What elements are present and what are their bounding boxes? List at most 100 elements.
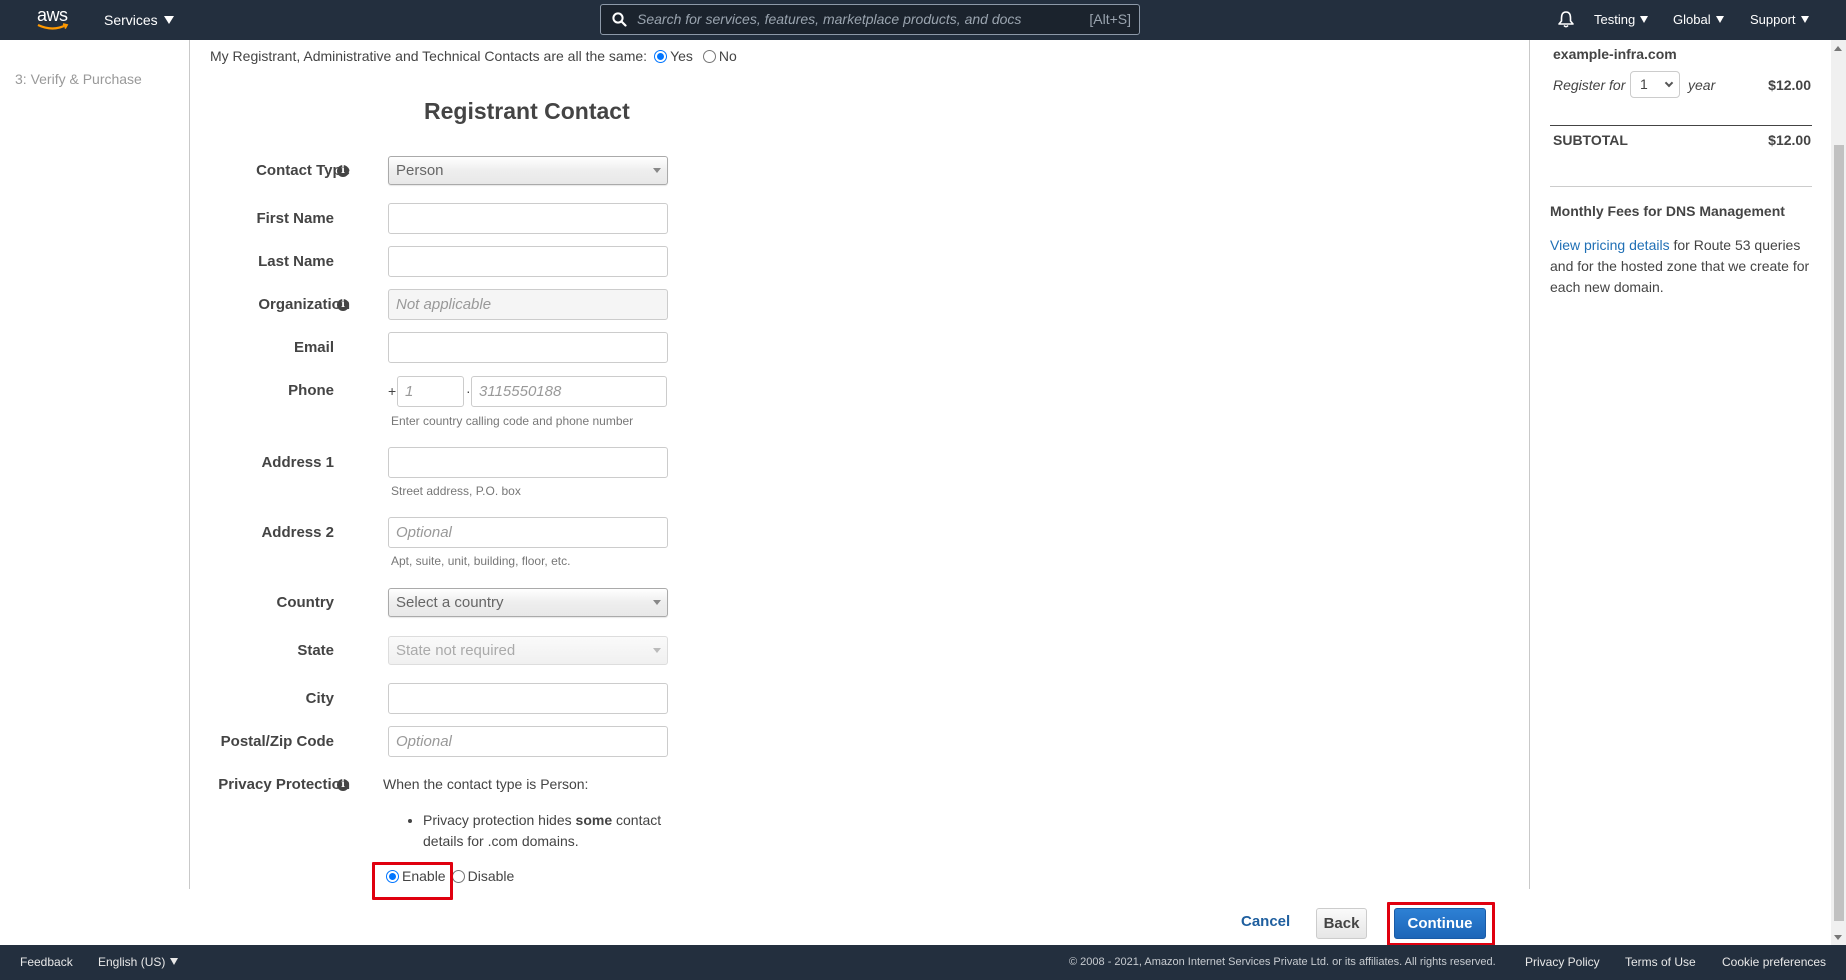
address2-label: Address 2 [261, 524, 334, 541]
phone-country-code-input[interactable]: 1 [397, 376, 464, 407]
privacy-bullet-item: Privacy protection hides some contact de… [423, 810, 685, 852]
search-input[interactable]: Search for services, features, marketpla… [600, 4, 1140, 35]
privacy-policy-link[interactable]: Privacy Policy [1525, 945, 1600, 980]
account-menu[interactable]: Testing [1594, 0, 1649, 40]
terms-of-use-link[interactable]: Terms of Use [1625, 945, 1696, 980]
language-label: English (US) [98, 955, 166, 969]
same-contacts-no-label[interactable]: No [719, 48, 737, 64]
privacy-protection-label: Privacy Protection [218, 776, 350, 793]
registration-price: $12.00 [1768, 77, 1811, 93]
last-name-input[interactable] [388, 246, 668, 277]
postal-code-input[interactable]: Optional [388, 726, 668, 757]
phone-number-placeholder: 3115550188 [479, 383, 562, 400]
register-for-label: Register for [1553, 77, 1626, 93]
search-shortcut-hint: [Alt+S] [1089, 11, 1131, 27]
country-select[interactable]: Select a country [388, 588, 668, 617]
subtotal-value: $12.00 [1768, 132, 1811, 148]
support-menu[interactable]: Support [1750, 0, 1809, 40]
caret-down-icon [170, 958, 179, 965]
view-pricing-details-link[interactable]: View pricing details [1550, 237, 1670, 253]
city-label: City [305, 690, 334, 707]
phone-label: Phone [288, 382, 334, 399]
dns-fees-title: Monthly Fees for DNS Management [1550, 203, 1785, 219]
info-icon[interactable]: i [337, 299, 349, 311]
feedback-link[interactable]: Feedback [20, 945, 73, 980]
page-title: Registrant Contact [424, 98, 630, 124]
page-scrollbar[interactable] [1831, 40, 1846, 945]
first-name-input[interactable] [388, 203, 668, 234]
phone-number-input[interactable]: 3115550188 [471, 376, 667, 407]
address2-hint: Apt, suite, unit, building, floor, etc. [391, 554, 571, 568]
same-contacts-no-radio[interactable] [702, 49, 716, 63]
aws-logo[interactable]: aws [36, 4, 72, 34]
contact-type-label: Contact Type [256, 162, 350, 179]
organization-placeholder: Not applicable [396, 296, 492, 313]
caret-down-icon [1640, 16, 1649, 23]
dns-fees-description: View pricing details for Route 53 querie… [1550, 235, 1815, 298]
privacy-description: When the contact type is Person: [383, 776, 589, 792]
state-placeholder: State not required [396, 642, 516, 659]
phone-separator: · [466, 383, 471, 399]
phone-hint: Enter country calling code and phone num… [391, 414, 634, 428]
language-selector[interactable]: English (US) [98, 945, 179, 980]
postal-code-placeholder: Optional [396, 733, 452, 750]
same-contacts-yes-label[interactable]: Yes [670, 48, 693, 64]
scroll-down-arrow-icon[interactable] [1834, 935, 1842, 940]
cookie-preferences-link[interactable]: Cookie preferences [1722, 945, 1826, 980]
sidebar-step-verify-purchase: 3: Verify & Purchase [15, 71, 142, 87]
copyright-text: © 2008 - 2021, Amazon Internet Services … [1069, 956, 1496, 968]
top-navigation-bar: aws Services Search for services, featur… [0, 0, 1846, 40]
address1-label: Address 1 [261, 454, 334, 471]
subtotal-label: SUBTOTAL [1553, 132, 1628, 148]
account-label: Testing [1594, 12, 1636, 27]
caret-down-icon [163, 16, 174, 24]
footer: Feedback English (US) © 2008 - 2021, Ama… [0, 945, 1846, 980]
address2-placeholder: Optional [396, 524, 452, 541]
services-menu[interactable]: Services [104, 0, 174, 40]
state-select[interactable]: State not required [388, 636, 668, 665]
country-placeholder: Select a country [396, 594, 504, 611]
first-name-label: First Name [256, 210, 334, 227]
highlight-box-continue [1387, 902, 1495, 946]
dropdown-arrow-icon [653, 168, 661, 173]
email-input[interactable] [388, 332, 668, 363]
caret-down-icon [1800, 16, 1809, 23]
contact-type-select[interactable]: Person [388, 156, 668, 185]
region-menu[interactable]: Global [1673, 0, 1724, 40]
cancel-button[interactable]: Cancel [1241, 913, 1290, 930]
notifications-bell-icon[interactable] [1557, 10, 1575, 29]
back-button[interactable]: Back [1316, 908, 1367, 939]
region-label: Global [1673, 12, 1711, 27]
sidebar-divider [189, 40, 190, 889]
registration-years-select[interactable]: 1 [1630, 71, 1680, 98]
dropdown-arrow-icon [653, 600, 661, 605]
highlight-box-enable [372, 862, 453, 900]
address1-input[interactable] [388, 447, 668, 478]
same-contacts-yes-radio[interactable] [654, 49, 668, 63]
cart-register-row: Register for 1 year $12.00 [1553, 71, 1811, 99]
dropdown-arrow-icon [653, 648, 661, 653]
search-icon [612, 12, 627, 27]
info-icon[interactable]: i [337, 779, 349, 791]
registration-years-value: 1 [1640, 76, 1648, 92]
privacy-disable-radio[interactable] [451, 869, 465, 883]
phone-plus-sign: + [388, 383, 397, 399]
privacy-bullet-list: Privacy protection hides some contact de… [405, 810, 685, 852]
privacy-disable-label[interactable]: Disable [468, 868, 515, 884]
address1-hint: Street address, P.O. box [391, 484, 521, 498]
same-contacts-label: My Registrant, Administrative and Techni… [210, 48, 648, 64]
city-input[interactable] [388, 683, 668, 714]
info-icon[interactable]: i [337, 165, 349, 177]
contact-type-value: Person [396, 162, 444, 179]
address2-input[interactable]: Optional [388, 517, 668, 548]
scrollbar-thumb[interactable] [1834, 145, 1844, 921]
last-name-label: Last Name [258, 253, 334, 270]
organization-input[interactable]: Not applicable [388, 289, 668, 320]
subtotal-divider [1550, 125, 1812, 126]
dns-divider [1550, 186, 1812, 187]
caret-down-icon [1715, 16, 1724, 23]
scroll-up-arrow-icon[interactable] [1834, 46, 1842, 51]
privacy-bullet-text: Privacy protection hides [423, 812, 576, 828]
phone-country-code-placeholder: 1 [405, 383, 414, 400]
cart-domain-name: example-infra.com [1553, 46, 1677, 62]
